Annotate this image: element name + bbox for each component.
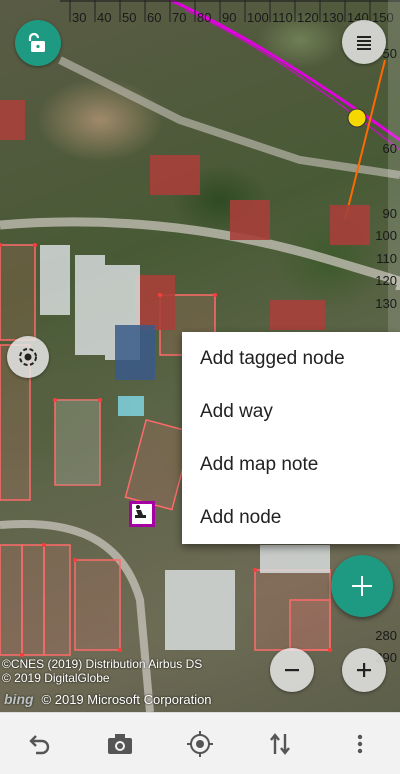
plus-icon (352, 576, 372, 596)
undo-icon (29, 734, 50, 754)
unlock-icon (28, 32, 45, 52)
ruler-top-label: 70 (172, 10, 186, 25)
transfer-button[interactable] (256, 720, 304, 768)
gps-follow-icon (187, 730, 213, 757)
map-attribution: ©CNES (2019) Distribution Airbus DS © 20… (2, 657, 202, 685)
person-icon (135, 505, 146, 518)
menu-item-add-map-note[interactable]: Add map note (182, 438, 400, 491)
attribution-line-2: © 2019 DigitalGlobe (2, 671, 110, 685)
camera-button[interactable] (96, 720, 144, 768)
add-button[interactable] (331, 555, 393, 617)
app-root: 30 40 50 60 70 80 90 100 110 120 130 140 150 50 60 90 1… (0, 0, 400, 774)
layers-menu-button[interactable] (342, 20, 386, 64)
ruler-right-label: 90 (383, 206, 397, 221)
ruler-right-label: 120 (375, 273, 397, 288)
menu-item-add-tagged-node[interactable]: Add tagged node (182, 332, 400, 385)
menu-item-add-way[interactable]: Add way (182, 385, 400, 438)
ruler-top-label: 40 (97, 10, 111, 25)
transfer-icon (270, 732, 290, 755)
ruler-top-label: 130 (322, 10, 344, 25)
more-icon (357, 734, 363, 753)
ruler-top-label: 60 (147, 10, 161, 25)
add-context-menu: Add tagged node Add way Add map note Add… (182, 332, 400, 544)
map-note-marker[interactable] (129, 501, 155, 527)
ruler-top-label: 90 (222, 10, 236, 25)
ruler-top-label: 120 (297, 10, 319, 25)
menu-item-add-node[interactable]: Add node (182, 491, 400, 544)
gps-button[interactable] (7, 336, 49, 378)
zoom-in-button[interactable] (342, 648, 386, 692)
bing-logo: bing (4, 691, 34, 707)
gps-follow-button[interactable] (176, 720, 224, 768)
lock-toggle-button[interactable] (15, 20, 61, 66)
zoom-out-button[interactable] (270, 648, 314, 692)
minus-icon (285, 669, 299, 672)
ruler-top-label: 100 (247, 10, 269, 25)
ruler-right-label: 280 (375, 628, 397, 643)
plus-icon (357, 663, 371, 677)
bing-attribution: bing © 2019 Microsoft Corporation (4, 691, 212, 707)
ruler-right-label: 100 (375, 228, 397, 243)
ruler-right-label: 110 (376, 251, 397, 266)
gps-icon (19, 348, 37, 366)
microsoft-attribution: © 2019 Microsoft Corporation (41, 691, 212, 707)
bottom-toolbar (0, 712, 400, 774)
ruler-right-label: 130 (375, 296, 397, 311)
menu-icon (357, 36, 371, 50)
undo-button[interactable] (16, 720, 64, 768)
ruler-top-label: 80 (197, 10, 211, 25)
camera-icon (108, 733, 132, 754)
ruler-right-label: 60 (383, 141, 397, 156)
ruler-top-label: 110 (272, 10, 293, 25)
ruler-top-label: 30 (72, 10, 86, 25)
ruler-top-label: 50 (122, 10, 136, 25)
attribution-line-1: ©CNES (2019) Distribution Airbus DS (2, 657, 203, 671)
more-options-button[interactable] (336, 720, 384, 768)
